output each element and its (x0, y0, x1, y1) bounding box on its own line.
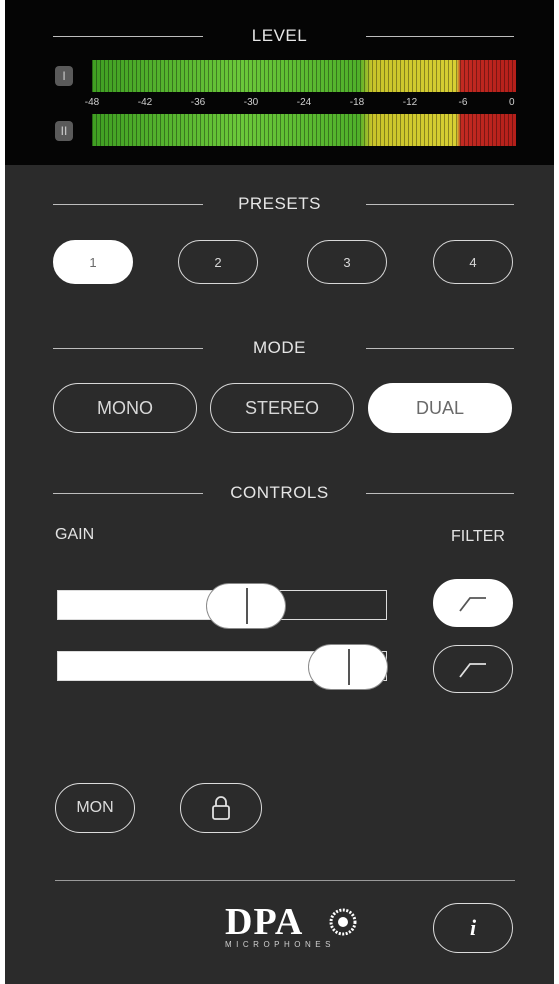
controls-header: CONTROLS (5, 481, 554, 505)
logo-wordmark: DPA (225, 901, 304, 943)
filter-label: FILTER (451, 528, 505, 545)
gain-slider-1[interactable] (57, 584, 387, 628)
scale-tick: -12 (402, 97, 418, 108)
divider-line (53, 348, 203, 349)
scale-tick: -48 (84, 97, 100, 108)
highpass-filter-icon (459, 663, 486, 678)
scale-tick: -24 (296, 97, 312, 108)
filter-1-toggle[interactable] (433, 579, 513, 627)
gain-slider-1-thumb[interactable] (207, 584, 285, 628)
mode-title: MODE (253, 338, 306, 357)
level-meter-channel-2 (92, 114, 516, 146)
highpass-filter-icon (459, 597, 486, 612)
meter-scale: -48 -42 -36 -30 -24 -18 -12 -6 0 (85, 97, 516, 111)
app-panel: LEVEL I -48 -42 -36 -30 -24 -18 -12 -6 0… (5, 0, 554, 984)
footer-divider (55, 880, 515, 881)
mode-stereo-button[interactable]: STEREO (210, 383, 354, 433)
divider-line (53, 204, 203, 205)
dpa-logo: DPA MICROPHONES (225, 900, 385, 960)
gain-slider-2-thumb[interactable] (309, 645, 387, 689)
scale-tick: -30 (243, 97, 259, 108)
scale-tick: -18 (349, 97, 365, 108)
gain-slider-2[interactable] (57, 645, 387, 689)
divider-line (366, 348, 514, 349)
level-header: LEVEL (5, 24, 554, 48)
divider-line (53, 36, 203, 37)
level-meter-channel-1 (92, 60, 516, 92)
lock-button[interactable] (180, 783, 262, 833)
presets-header: PRESETS (5, 192, 554, 216)
divider-line (53, 493, 203, 494)
preset-1-button[interactable]: 1 (53, 240, 133, 284)
lock-icon (212, 796, 230, 820)
preset-3-button[interactable]: 3 (307, 240, 387, 284)
scale-tick: -6 (458, 97, 468, 108)
divider-line (366, 36, 514, 37)
controls-title: CONTROLS (230, 483, 329, 502)
mode-mono-button[interactable]: MONO (53, 383, 197, 433)
scale-tick: -42 (137, 97, 153, 108)
info-button[interactable]: i (433, 903, 513, 953)
divider-line (366, 204, 514, 205)
presets-title: PRESETS (238, 194, 321, 213)
channel-1-badge: I (55, 66, 73, 86)
scale-tick: 0 (508, 97, 515, 108)
mode-header: MODE (5, 336, 554, 360)
divider-line (366, 493, 514, 494)
channel-2-badge: II (55, 121, 73, 141)
mode-dual-button[interactable]: DUAL (368, 383, 512, 433)
level-section: LEVEL I -48 -42 -36 -30 -24 -18 -12 -6 0… (5, 0, 554, 165)
level-title: LEVEL (251, 26, 308, 45)
preset-2-button[interactable]: 2 (178, 240, 258, 284)
gain-label: GAIN (55, 526, 95, 543)
gain-fill (58, 652, 348, 680)
logo-rosette-icon (329, 908, 357, 936)
preset-4-button[interactable]: 4 (433, 240, 513, 284)
logo-subtitle: MICROPHONES (225, 940, 335, 949)
filter-2-toggle[interactable] (433, 645, 513, 693)
monitor-button[interactable]: MON (55, 783, 135, 833)
scale-tick: -36 (190, 97, 206, 108)
